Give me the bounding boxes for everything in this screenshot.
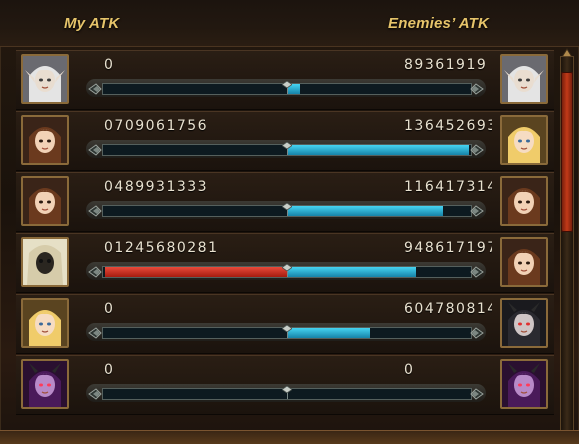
my-hero-portrait[interactable] <box>21 237 69 287</box>
bar-center-marker-icon <box>281 258 293 272</box>
enemy-hero-portrait[interactable] <box>500 298 548 348</box>
my-hero-portrait[interactable] <box>21 54 69 104</box>
bar-center-marker-icon <box>281 197 293 211</box>
bar-left-cap-icon <box>88 326 102 339</box>
bar-right-cap-icon <box>470 326 484 339</box>
enemy-atk-value: 1364526936 <box>404 118 492 134</box>
my-atk-fill <box>104 267 287 277</box>
brunette-heroine-portrait-icon <box>502 239 546 285</box>
my-atk-value: 0 <box>104 57 115 73</box>
bar-center-marker-icon <box>281 136 293 150</box>
enemies-atk-heading: Enemies’ ATK <box>388 15 490 32</box>
bar-center-marker-icon <box>281 380 293 394</box>
brunette-heroine-portrait-icon <box>23 117 67 163</box>
blonde-heroine-portrait-icon <box>502 117 546 163</box>
atk-compare-bar <box>86 79 486 97</box>
bar-right-cap-icon <box>470 143 484 156</box>
panel-header: My ATK Enemies’ ATK <box>0 0 579 47</box>
enemy-atk-value: 948617197 <box>404 240 492 256</box>
purple-demon-heroine-portrait-icon <box>502 361 546 407</box>
enemy-hero-portrait[interactable] <box>500 237 548 287</box>
my-hero-portrait[interactable] <box>21 359 69 409</box>
atk-compare-bar <box>86 384 486 402</box>
blonde-heroine-portrait-icon <box>23 300 67 346</box>
matchup-row[interactable]: 0 89361919 <box>16 50 554 110</box>
matchup-row[interactable]: 0489931333 1164173143 <box>16 172 554 232</box>
my-atk-value: 01245680281 <box>104 240 219 256</box>
enemy-atk-value: 0 <box>404 362 415 378</box>
brunette-heroine-portrait-icon <box>23 178 67 224</box>
bar-right-cap-icon <box>470 265 484 278</box>
matchup-list[interactable]: 0 89361919 0709061756 1364526936 <box>16 50 554 442</box>
enemy-hero-portrait[interactable] <box>500 54 548 104</box>
bar-center-marker-icon <box>281 319 293 333</box>
my-atk-value: 0 <box>104 362 115 378</box>
panel-bottom-border <box>0 430 579 444</box>
enemy-atk-fill <box>287 206 444 216</box>
bar-left-cap-icon <box>88 82 102 95</box>
brunette-heroine-portrait-icon <box>502 178 546 224</box>
enemy-atk-value: 1164173143 <box>404 179 492 195</box>
my-atk-value: 0 <box>104 301 115 317</box>
dark-horned-heroine-portrait-icon <box>502 300 546 346</box>
my-atk-value: 0489931333 <box>104 179 209 195</box>
bar-left-cap-icon <box>88 265 102 278</box>
enemy-atk-fill <box>287 267 416 277</box>
bar-left-cap-icon <box>88 143 102 156</box>
atk-compare-bar <box>86 201 486 219</box>
my-atk-heading: My ATK <box>64 15 120 32</box>
matchup-row[interactable]: 0709061756 1364526936 <box>16 111 554 171</box>
enemy-hero-portrait[interactable] <box>500 115 548 165</box>
matchup-row[interactable]: 0 604780814 <box>16 294 554 354</box>
enemy-atk-fill <box>287 328 370 338</box>
pale-elf-hero-portrait-icon <box>502 56 546 102</box>
my-hero-portrait[interactable] <box>21 176 69 226</box>
my-hero-portrait[interactable] <box>21 298 69 348</box>
atk-comparison-panel: My ATK Enemies’ ATK 0 89361919 070906175… <box>0 0 579 444</box>
enemy-atk-value: 604780814 <box>404 301 492 317</box>
bar-left-cap-icon <box>88 387 102 400</box>
scrollbar-thumb[interactable] <box>561 72 573 232</box>
atk-compare-bar <box>86 323 486 341</box>
bar-center-marker-icon <box>281 75 293 89</box>
enemy-atk-fill <box>287 145 470 155</box>
enemy-hero-portrait[interactable] <box>500 176 548 226</box>
bar-right-cap-icon <box>470 82 484 95</box>
enemy-hero-portrait[interactable] <box>500 359 548 409</box>
bar-right-cap-icon <box>470 204 484 217</box>
purple-demon-heroine-portrait-icon <box>23 361 67 407</box>
matchup-row[interactable]: 0 0 <box>16 355 554 415</box>
pale-elf-hero-portrait-icon <box>23 56 67 102</box>
bar-right-cap-icon <box>470 387 484 400</box>
enemy-atk-value: 89361919 <box>404 57 488 73</box>
my-atk-value: 0709061756 <box>104 118 209 134</box>
atk-compare-bar <box>86 262 486 280</box>
matchup-row[interactable]: 01245680281 948617197 <box>16 233 554 293</box>
atk-compare-bar <box>86 140 486 158</box>
hooded-skull-portrait-icon <box>23 239 67 285</box>
bar-left-cap-icon <box>88 204 102 217</box>
my-hero-portrait[interactable] <box>21 115 69 165</box>
